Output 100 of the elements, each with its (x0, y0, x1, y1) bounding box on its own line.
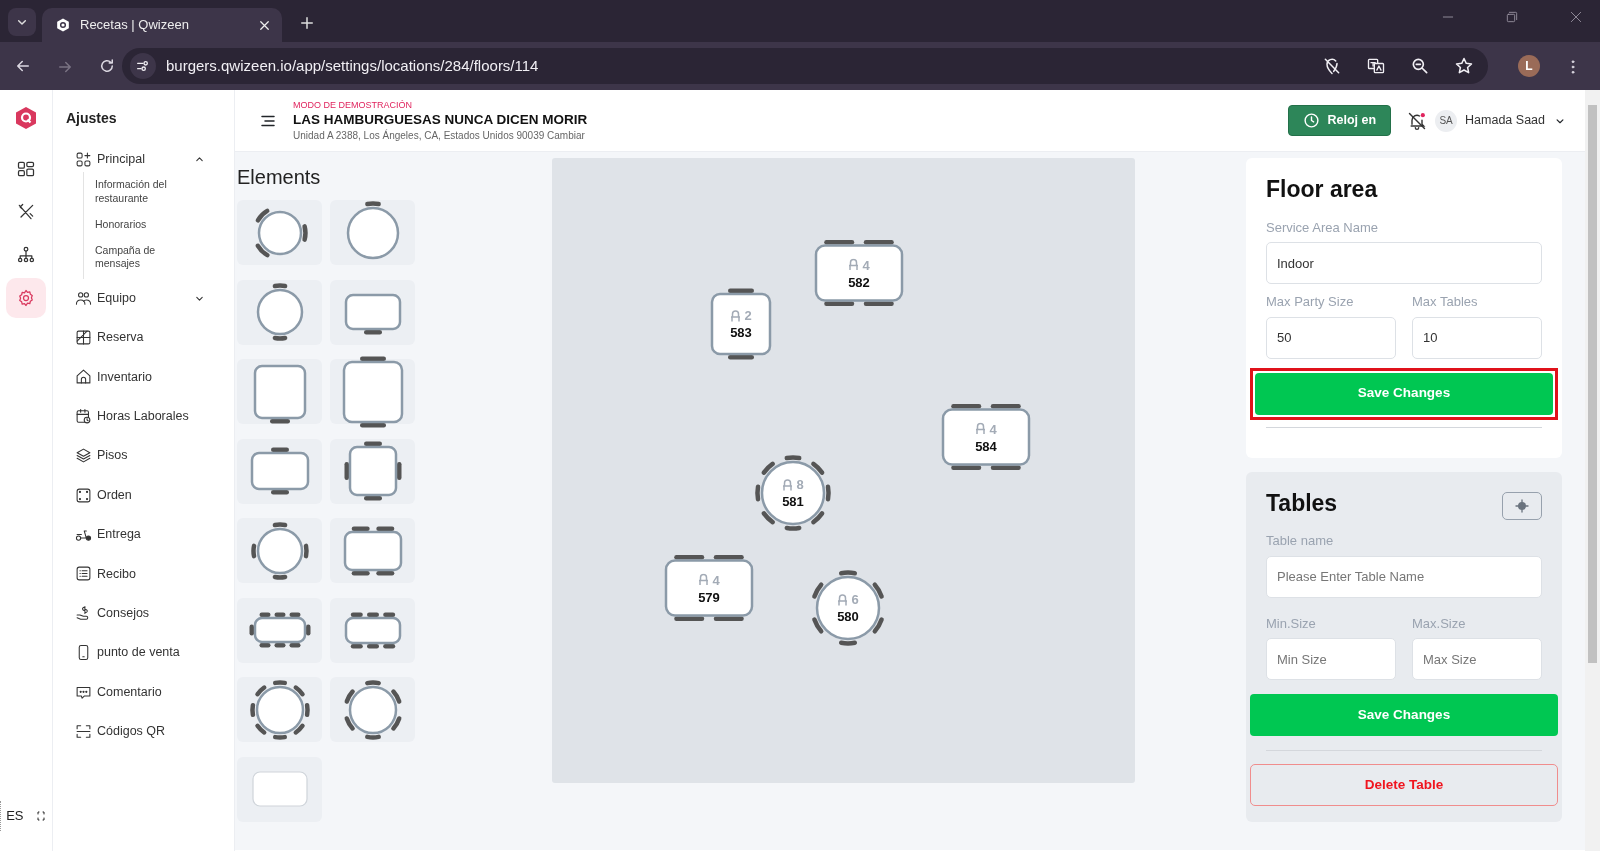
sidebar-item[interactable]: Comentario (53, 672, 234, 712)
seat-icon (730, 309, 742, 322)
field-label: Table name (1266, 532, 1335, 551)
sidebar-subitem[interactable]: Campaña de mensajes (95, 243, 185, 271)
page-scrollbar[interactable] (1585, 90, 1600, 851)
bell-off-icon[interactable] (1407, 110, 1428, 131)
delete-button[interactable]: Delete Table (1250, 764, 1558, 807)
service-area-input[interactable]: Indoor (1266, 242, 1542, 285)
table-number: 580 (837, 608, 859, 625)
tab-search-button[interactable] (8, 8, 36, 36)
fork-knife-icon (16, 202, 36, 222)
sidebar-item[interactable]: Orden (53, 475, 234, 515)
element-tile[interactable] (330, 597, 415, 663)
seat-count: 4 (712, 571, 720, 588)
sidebar-item[interactable]: Equipo (53, 278, 234, 318)
sidebar-subitem[interactable]: Honorarios (95, 217, 185, 231)
dashboard-icon (16, 159, 36, 179)
table-name-input[interactable]: Please Enter Table Name (1266, 555, 1542, 598)
sidebar-item[interactable]: Inventario (53, 357, 234, 397)
reload-icon[interactable] (98, 57, 116, 75)
table-number: 583 (730, 324, 752, 341)
scan-icon (75, 723, 92, 740)
settings-icon (16, 288, 36, 308)
change-link[interactable]: Cambiar (547, 129, 585, 141)
field-label: Max Tables (1412, 293, 1479, 312)
favicon-icon (56, 18, 70, 32)
locate-button[interactable] (1502, 492, 1542, 521)
element-tile[interactable] (330, 438, 415, 504)
sliders-icon (135, 58, 151, 74)
sidebar-subitem[interactable]: Información del restaurante (95, 178, 185, 205)
sidebar-item[interactable]: Principal (53, 146, 234, 172)
user-name[interactable]: Hamada Saad (1465, 111, 1545, 130)
crosshair-icon (1514, 498, 1530, 515)
max-party-input[interactable]: 50 (1266, 316, 1396, 359)
zoom-out-icon[interactable] (1410, 56, 1430, 76)
table-number: 582 (848, 273, 870, 290)
table-drawing[interactable] (754, 454, 832, 532)
sidebar-item[interactable]: Recibo (53, 554, 234, 594)
sidebar-item[interactable]: Entrega (53, 514, 234, 555)
seat-count: 6 (851, 591, 859, 608)
restaurant-address: Unidad A 2388, Los Ángeles, CA, Estados Unidos 90039 Cambiar (293, 128, 586, 142)
seat-count: 2 (744, 307, 752, 324)
sidebar-item[interactable]: Reserva (53, 317, 234, 358)
element-tile[interactable] (330, 200, 415, 265)
element-tile[interactable] (237, 438, 322, 504)
location-off-icon[interactable] (1322, 56, 1342, 76)
element-tile[interactable] (237, 677, 322, 742)
element-tile[interactable] (237, 597, 322, 663)
sidebar-title: Ajustes (65, 108, 118, 128)
frame-icon (75, 486, 92, 504)
min-size-input[interactable]: Min Size (1266, 638, 1396, 681)
restaurant-name: LAS HAMBURGUESAS NUNCA DICEN MORIR (293, 110, 588, 129)
table-number: 584 (975, 437, 997, 454)
restore-icon[interactable] (1504, 9, 1520, 25)
max-tables-input[interactable]: 10 (1412, 316, 1542, 359)
user-avatar[interactable]: SA (1435, 109, 1458, 132)
layers-icon (75, 447, 92, 465)
seat-icon (848, 258, 860, 271)
expand-icon[interactable] (34, 810, 47, 822)
grid-icon (75, 329, 92, 347)
element-tile[interactable] (237, 279, 322, 345)
sidebar-item[interactable]: Consejos (53, 593, 234, 633)
clock-icon (1303, 112, 1321, 129)
table-drawing (249, 520, 310, 581)
sidebar-item[interactable]: Códigos QR (53, 711, 234, 752)
logo-icon[interactable] (15, 106, 37, 130)
field-label: Max Party Size (1266, 293, 1355, 312)
address-bar[interactable]: burgers.qwizeen.io/app/settings/locations/284/floors/114 (122, 48, 1488, 84)
browser-tab[interactable]: Recetas | Qwizeen (42, 8, 282, 42)
sidebar-item[interactable]: punto de venta (53, 633, 234, 673)
scrollbar-thumb[interactable] (1588, 105, 1597, 663)
elements-title: Elements (237, 165, 322, 190)
close-icon[interactable] (1568, 9, 1584, 25)
seat-count: 4 (989, 420, 997, 437)
element-tile[interactable] (330, 518, 415, 583)
element-tile[interactable] (237, 200, 322, 265)
element-tile[interactable] (237, 518, 322, 583)
clock-in-button[interactable]: Reloj en (1288, 105, 1392, 136)
seat-icon (975, 422, 987, 435)
field-label: Max.Size (1412, 614, 1467, 633)
sidebar-item[interactable]: Pisos (53, 436, 234, 476)
seat-icon (698, 573, 710, 586)
table-drawing[interactable] (809, 569, 887, 647)
star-icon[interactable] (1454, 56, 1474, 76)
list-icon (75, 565, 92, 583)
element-tile[interactable] (330, 279, 415, 345)
profile-avatar[interactable]: L (1518, 55, 1540, 77)
field-label: Min.Size (1266, 614, 1317, 633)
element-tile[interactable] (237, 756, 322, 822)
sidebar-item[interactable]: Horas Laborales (53, 396, 234, 437)
floor-area-title: Floor area (1266, 176, 1379, 204)
max-size-input[interactable]: Max Size (1412, 638, 1542, 681)
url-text: burgers.qwizeen.io/app/settings/locations/284/floors/114 (166, 55, 540, 76)
language-label[interactable]: ES (6, 806, 24, 826)
site-settings-icon[interactable] (130, 53, 156, 79)
seat-icon (837, 593, 849, 606)
element-tile[interactable] (237, 359, 322, 424)
translate-icon[interactable] (1366, 56, 1386, 76)
element-tile[interactable] (330, 677, 415, 742)
table-number: 581 (782, 493, 804, 510)
